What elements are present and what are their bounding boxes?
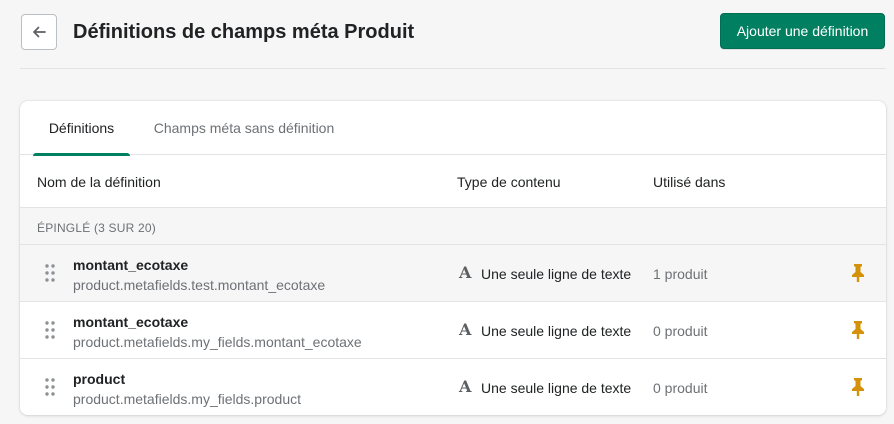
page-header: Définitions de champs méta Produit Ajout… bbox=[20, 13, 886, 69]
content-type: Une seule ligne de texte bbox=[481, 380, 632, 396]
column-header-type: Type de contenu bbox=[457, 174, 561, 190]
tab-definitions[interactable]: Définitions bbox=[33, 101, 130, 156]
column-header-used-in: Utilisé dans bbox=[653, 174, 726, 190]
table-row[interactable]: montant_ecotaxe product.metafields.my_fi… bbox=[20, 302, 886, 359]
content-type: Une seule ligne de texte bbox=[481, 266, 632, 282]
pin-icon[interactable] bbox=[850, 320, 866, 340]
text-type-icon: A bbox=[459, 320, 472, 339]
definition-key: product.metafields.my_fields.product bbox=[73, 391, 301, 407]
pinned-section-label: ÉPINGLÉ (3 SUR 20) bbox=[37, 221, 156, 235]
tab-bar: Définitions Champs méta sans définition bbox=[20, 101, 886, 156]
back-button[interactable] bbox=[21, 14, 57, 50]
drag-handle-icon[interactable] bbox=[45, 321, 55, 339]
definition-name[interactable]: product bbox=[73, 371, 125, 387]
table-row[interactable]: product product.metafields.my_fields.pro… bbox=[20, 359, 886, 415]
definitions-card: Définitions Champs méta sans définition … bbox=[20, 101, 886, 415]
definition-key: product.metafields.my_fields.montant_eco… bbox=[73, 334, 362, 350]
table-row[interactable]: montant_ecotaxe product.metafields.test.… bbox=[20, 245, 886, 302]
arrow-left-icon bbox=[33, 26, 46, 38]
pinned-section-header: ÉPINGLÉ (3 SUR 20) bbox=[20, 208, 886, 245]
definition-name[interactable]: montant_ecotaxe bbox=[73, 314, 188, 330]
add-definition-button[interactable]: Ajouter une définition bbox=[720, 13, 885, 49]
usage-count: 1 produit bbox=[653, 266, 708, 282]
usage-count: 0 produit bbox=[653, 380, 708, 396]
page-title: Définitions de champs méta Produit bbox=[73, 21, 415, 43]
column-header-name: Nom de la définition bbox=[37, 174, 161, 190]
pin-icon[interactable] bbox=[850, 377, 866, 397]
text-type-icon: A bbox=[459, 377, 472, 396]
text-type-icon: A bbox=[459, 263, 472, 282]
pin-icon[interactable] bbox=[850, 263, 866, 283]
tab-unstructured-metafields[interactable]: Champs méta sans définition bbox=[143, 101, 345, 155]
drag-handle-icon[interactable] bbox=[45, 264, 55, 282]
table-header: Nom de la définition Type de contenu Uti… bbox=[20, 155, 886, 208]
definition-key: product.metafields.test.montant_ecotaxe bbox=[73, 277, 326, 293]
usage-count: 0 produit bbox=[653, 323, 708, 339]
drag-handle-icon[interactable] bbox=[45, 378, 55, 396]
definition-name[interactable]: montant_ecotaxe bbox=[73, 257, 188, 273]
content-type: Une seule ligne de texte bbox=[481, 323, 632, 339]
